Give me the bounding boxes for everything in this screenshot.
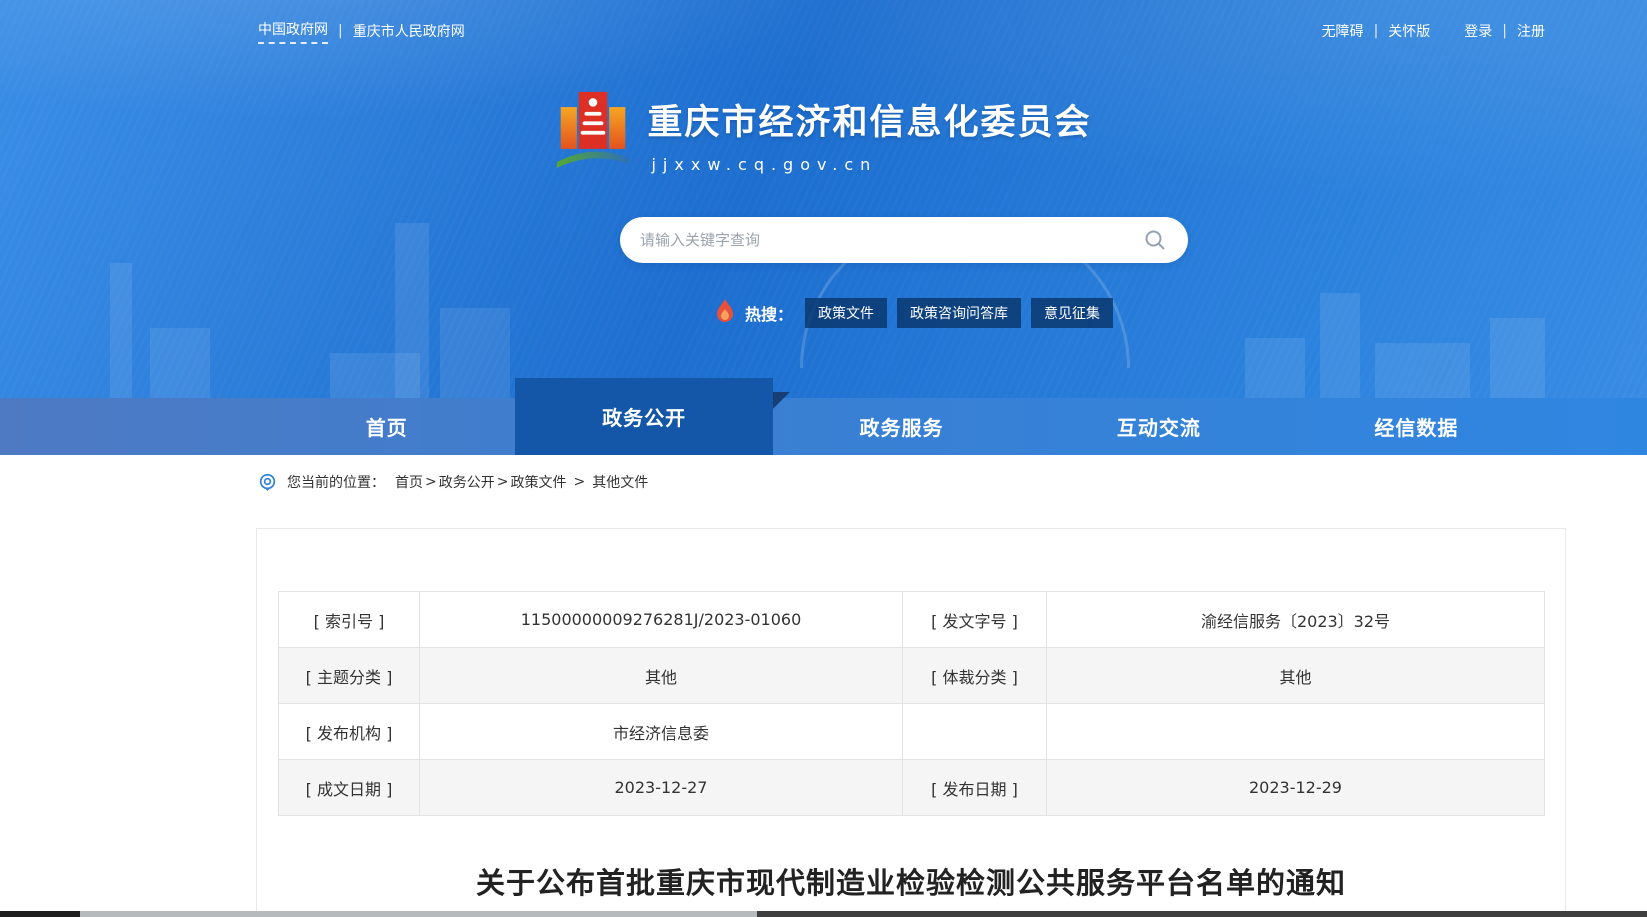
table-row: [ 成文日期 ] 2023-12-27 [ 发布日期 ] 2023-12-29: [279, 760, 1545, 816]
meta-label-empty: [903, 704, 1047, 760]
scrollbar-thumb[interactable]: [80, 911, 757, 917]
table-row: [ 索引号 ] 11500000009276281J/2023-01060 [ …: [279, 592, 1545, 648]
search-icon[interactable]: [1142, 227, 1168, 253]
nav-item-economic-data[interactable]: 经信数据: [1288, 398, 1545, 455]
meta-label-publish-date: [ 发布日期 ]: [903, 760, 1047, 816]
scrollbar-left-button[interactable]: [0, 911, 80, 917]
topbar: 中国政府网 | 重庆市人民政府网 无障碍 | 关怀版 登录 | 注册: [0, 0, 1647, 62]
nav-item-gov-disclosure[interactable]: 政务公开: [515, 378, 772, 455]
breadcrumb-policy-files[interactable]: 政策文件: [510, 472, 566, 492]
meta-label-subject-category: [ 主题分类 ]: [279, 648, 420, 704]
topbar-right-links: 无障碍 | 关怀版 登录 | 注册: [1322, 21, 1545, 41]
hot-search-btn-policy-qa[interactable]: 政策咨询问答库: [897, 298, 1021, 328]
meta-value-empty: [1047, 704, 1545, 760]
meta-label-genre-category: [ 体裁分类 ]: [903, 648, 1047, 704]
meta-value-index-no: 11500000009276281J/2023-01060: [420, 592, 903, 648]
horizontal-scrollbar[interactable]: [0, 911, 1647, 917]
meta-value-genre-category: 其他: [1047, 648, 1545, 704]
breadcrumb-separator: >: [497, 474, 509, 490]
topbar-separator: |: [1502, 23, 1507, 39]
table-row: [ 主题分类 ] 其他 [ 体裁分类 ] 其他: [279, 648, 1545, 704]
meta-label-doc-no: [ 发文字号 ]: [903, 592, 1047, 648]
document-title: 关于公布首批重庆市现代制造业检验检测公共服务平台名单的通知: [278, 860, 1544, 902]
link-gov-cn[interactable]: 中国政府网: [258, 19, 328, 44]
meta-value-doc-no: 渝经信服务〔2023〕32号: [1047, 592, 1545, 648]
meta-value-issuing-agency: 市经济信息委: [420, 704, 903, 760]
location-pin-icon: [258, 473, 277, 492]
nav-item-gov-services[interactable]: 政务服务: [773, 398, 1030, 455]
table-row: [ 发布机构 ] 市经济信息委: [279, 704, 1545, 760]
site-brand: 重庆市经济和信息化委员会 jjxxw.cq.gov.cn: [0, 86, 1647, 174]
breadcrumb-prefix: 您当前的位置：: [287, 472, 385, 492]
hot-search-btn-policy-files[interactable]: 政策文件: [805, 298, 887, 328]
site-url: jjxxw.cq.gov.cn: [651, 155, 1091, 174]
nav-item-interaction[interactable]: 互动交流: [1030, 398, 1287, 455]
breadcrumb-separator: >: [425, 474, 437, 490]
meta-value-publish-date: 2023-12-29: [1047, 760, 1545, 816]
hot-search-label: 热搜：: [745, 301, 793, 325]
nav-item-label: 政务公开: [602, 402, 686, 431]
breadcrumb-separator: >: [573, 474, 585, 490]
nav-item-home[interactable]: 首页: [258, 398, 515, 455]
document-card: [ 索引号 ] 11500000009276281J/2023-01060 [ …: [256, 528, 1566, 917]
link-register[interactable]: 注册: [1517, 21, 1545, 41]
meta-value-subject-category: 其他: [420, 648, 903, 704]
main-nav: 首页 政务公开 政务服务 互动交流 经信数据: [0, 398, 1647, 455]
meta-label-index-no: [ 索引号 ]: [279, 592, 420, 648]
breadcrumb-gov-disclosure[interactable]: 政务公开: [439, 472, 495, 492]
hot-search-btn-opinion[interactable]: 意见征集: [1031, 298, 1113, 328]
breadcrumb-home[interactable]: 首页: [395, 472, 423, 492]
topbar-left-links: 中国政府网 | 重庆市人民政府网: [258, 19, 465, 44]
doc-meta-table: [ 索引号 ] 11500000009276281J/2023-01060 [ …: [278, 591, 1545, 816]
link-cq-gov[interactable]: 重庆市人民政府网: [353, 21, 465, 41]
breadcrumb-other-files[interactable]: 其他文件: [592, 472, 648, 492]
breadcrumb: 您当前的位置： 首页 > 政务公开 > 政策文件 > 其他文件: [258, 471, 1647, 493]
meta-value-written-date: 2023-12-27: [420, 760, 903, 816]
search-input[interactable]: [640, 231, 1142, 249]
topbar-separator: |: [338, 23, 343, 39]
search-bar: [620, 217, 1188, 263]
flame-icon: [715, 299, 735, 327]
site-logo-icon: [555, 86, 631, 174]
site-header: 中国政府网 | 重庆市人民政府网 无障碍 | 关怀版 登录 | 注册: [0, 0, 1647, 455]
link-care-version[interactable]: 关怀版: [1388, 21, 1430, 41]
meta-label-issuing-agency: [ 发布机构 ]: [279, 704, 420, 760]
link-login[interactable]: 登录: [1464, 21, 1492, 41]
site-title: 重庆市经济和信息化委员会: [647, 94, 1091, 145]
link-accessibility[interactable]: 无障碍: [1322, 21, 1364, 41]
hot-search: 热搜： 政策文件 政策咨询问答库 意见征集: [715, 298, 1113, 328]
meta-label-written-date: [ 成文日期 ]: [279, 760, 420, 816]
topbar-separator: |: [1374, 23, 1379, 39]
